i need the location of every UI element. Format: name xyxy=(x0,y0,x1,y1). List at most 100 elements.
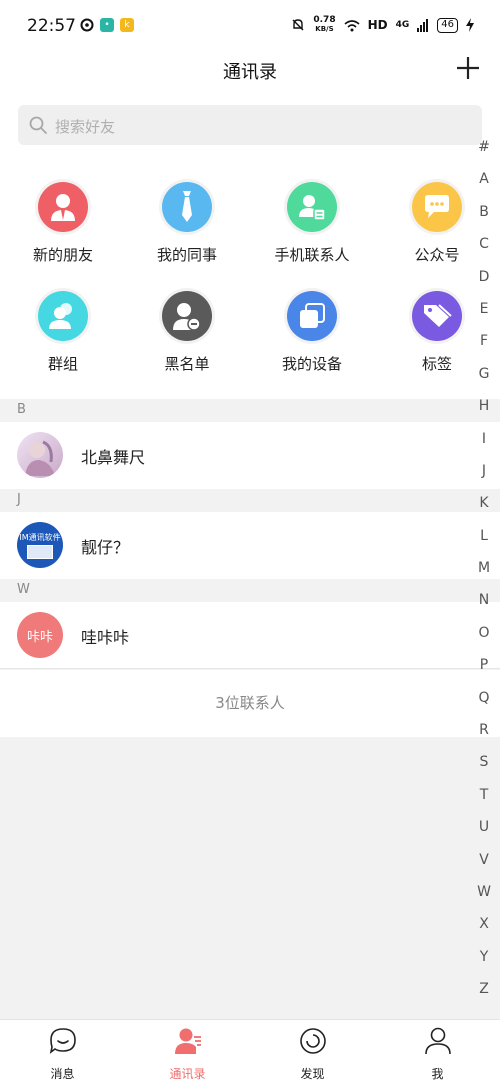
index-letter[interactable]: A xyxy=(474,168,494,200)
nav-label: 我 xyxy=(431,1067,444,1081)
feature-label: 黑名单 xyxy=(164,355,210,373)
feature-tags[interactable]: 标签 xyxy=(387,291,487,374)
nav-me[interactable]: 我 xyxy=(375,1020,500,1082)
section-letter: B xyxy=(17,402,26,417)
feature-label: 我的设备 xyxy=(281,355,342,373)
profile-icon xyxy=(424,1027,451,1055)
avatar: 咔咔 xyxy=(17,612,63,658)
battery-level: 46 xyxy=(437,17,458,33)
feature-colleagues[interactable]: 我的同事 xyxy=(137,182,237,265)
feature-blacklist[interactable]: 黑名单 xyxy=(137,291,237,374)
nav-label: 通讯录 xyxy=(169,1067,206,1081)
feature-label: 公众号 xyxy=(414,246,460,264)
index-letter[interactable]: C xyxy=(474,233,494,265)
contact-name: 哇咔咔 xyxy=(81,628,130,647)
index-letter[interactable]: B xyxy=(474,201,494,233)
feature-new-friends[interactable]: 新的朋友 xyxy=(13,182,113,265)
status-indicators: 0.78 KB/S HD 4G 46 xyxy=(291,16,474,34)
app-notification-icon: k xyxy=(120,18,134,32)
contact-name: 北鼻舞尺 xyxy=(81,448,146,467)
new-friend-icon xyxy=(38,182,88,232)
feature-phone-contacts[interactable]: 手机联系人 xyxy=(262,182,362,265)
page-header: 通讯录 xyxy=(0,52,500,102)
alphabet-index[interactable]: # A B C D E F G H I J K L M N O P Q R S T U V W X Y Z xyxy=(474,136,494,1011)
feature-label: 我的同事 xyxy=(156,246,217,264)
feature-my-devices[interactable]: 我的设备 xyxy=(262,291,362,374)
network-type: 4G xyxy=(395,20,410,30)
index-letter[interactable]: V xyxy=(474,849,494,881)
section-header-w: W xyxy=(0,579,500,602)
net-speed: 0.78 KB/S xyxy=(313,15,336,34)
status-app-icons: • k xyxy=(80,18,134,32)
index-letter[interactable]: I xyxy=(474,428,494,460)
signal-icon xyxy=(417,18,429,32)
nav-messages[interactable]: 消息 xyxy=(0,1020,125,1082)
index-letter[interactable]: L xyxy=(474,525,494,557)
nav-label: 发现 xyxy=(300,1067,325,1081)
netease-music-icon xyxy=(80,18,94,32)
discover-compass-icon xyxy=(299,1028,326,1054)
section-letter: J xyxy=(17,492,21,507)
feature-label: 手机联系人 xyxy=(274,246,350,264)
avatar xyxy=(17,432,63,478)
index-letter[interactable]: # xyxy=(474,136,494,168)
colleague-tie-icon xyxy=(162,182,212,232)
index-letter[interactable]: M xyxy=(474,557,494,589)
feature-label: 标签 xyxy=(421,355,452,373)
search-input[interactable]: 搜索好友 xyxy=(18,105,482,145)
contacts-icon xyxy=(174,1028,201,1054)
contact-row[interactable]: 北鼻舞尺 xyxy=(0,422,500,489)
index-letter[interactable]: D xyxy=(474,266,494,298)
index-letter[interactable]: F xyxy=(474,330,494,362)
device-icon xyxy=(287,291,337,341)
message-bubble-icon xyxy=(49,1028,76,1054)
index-letter[interactable]: T xyxy=(474,784,494,816)
phone-contact-icon xyxy=(287,182,337,232)
index-letter[interactable]: Q xyxy=(474,687,494,719)
avatar: IM通讯软件 xyxy=(17,522,63,568)
feature-label: 群组 xyxy=(47,355,78,373)
chat-app-icon: • xyxy=(100,18,114,32)
wifi-icon xyxy=(344,19,360,31)
bottom-navigation: 消息 通讯录 发现 我 xyxy=(0,1019,500,1083)
index-letter[interactable]: Y xyxy=(474,946,494,978)
hd-indicator: HD xyxy=(367,18,388,32)
index-letter[interactable]: N xyxy=(474,589,494,621)
index-letter[interactable]: R xyxy=(474,719,494,751)
search-placeholder: 搜索好友 xyxy=(55,118,116,136)
section-header-j: J xyxy=(0,489,500,512)
index-letter[interactable]: W xyxy=(474,881,494,913)
group-icon xyxy=(38,291,88,341)
index-letter[interactable]: P xyxy=(474,654,494,686)
contact-row[interactable]: 咔咔 哇咔咔 xyxy=(0,602,500,669)
tag-icon xyxy=(412,291,462,341)
status-time: 22:57 xyxy=(27,16,76,36)
index-letter[interactable]: X xyxy=(474,913,494,945)
search-bar-container: 搜索好友 xyxy=(0,98,500,158)
divider xyxy=(0,668,500,669)
nav-contacts[interactable]: 通讯录 xyxy=(125,1020,250,1082)
section-letter: W xyxy=(17,582,30,597)
index-letter[interactable]: S xyxy=(474,751,494,783)
search-icon xyxy=(29,116,47,134)
index-letter[interactable]: H xyxy=(474,395,494,427)
charging-icon xyxy=(466,18,474,32)
index-letter[interactable]: J xyxy=(474,460,494,492)
index-letter[interactable]: E xyxy=(474,298,494,330)
index-letter[interactable]: O xyxy=(474,622,494,654)
add-icon[interactable] xyxy=(454,54,482,82)
feature-groups[interactable]: 群组 xyxy=(13,291,113,374)
index-letter[interactable]: U xyxy=(474,816,494,848)
feature-official-accounts[interactable]: 公众号 xyxy=(387,182,487,265)
blacklist-user-icon xyxy=(162,291,212,341)
contact-name: 靓仔？ xyxy=(81,538,130,557)
status-bar: 22:57 • k 0.78 KB/S HD 4G 46 xyxy=(0,0,500,52)
contact-row[interactable]: IM通讯软件 靓仔？ xyxy=(0,512,500,579)
index-letter[interactable]: Z xyxy=(474,978,494,1010)
index-letter[interactable]: K xyxy=(474,492,494,524)
nav-discover[interactable]: 发现 xyxy=(250,1020,375,1082)
official-account-chat-icon xyxy=(412,182,462,232)
section-header-b: B xyxy=(0,399,500,422)
index-letter[interactable]: G xyxy=(474,363,494,395)
page-title: 通讯录 xyxy=(223,62,277,83)
